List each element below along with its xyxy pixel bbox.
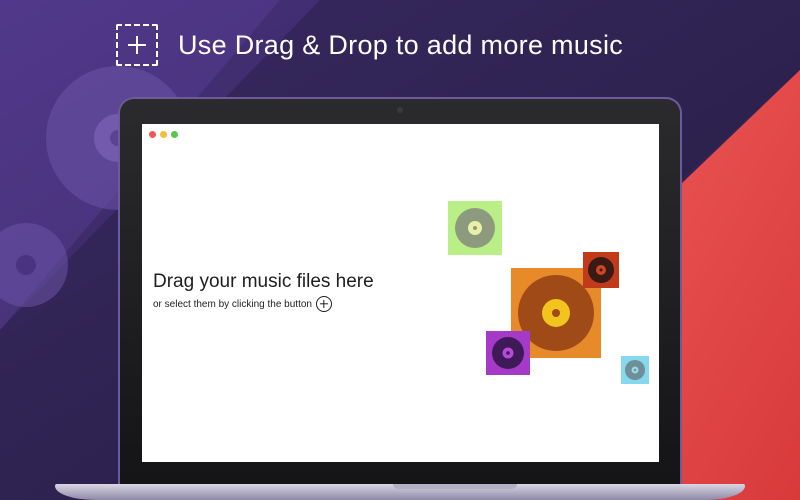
app-window: Drag your music files here or select the… <box>142 124 659 462</box>
camera-dot <box>397 107 403 113</box>
window-controls <box>149 131 178 138</box>
banner-headline: Use Drag & Drop to add more music <box>178 29 624 60</box>
banner: Use Drag & Drop to add more music <box>116 22 623 68</box>
album-record-red <box>583 252 619 288</box>
album-record-cyan <box>621 356 649 384</box>
zoom-window-button[interactable] <box>171 131 178 138</box>
album-record-purple <box>486 331 530 375</box>
add-music-button[interactable] <box>315 296 332 312</box>
drop-zone-subtitle: or select them by clicking the button <box>153 298 312 310</box>
drop-zone-title: Drag your music files here <box>153 271 374 292</box>
drop-zone-subtitle-row: or select them by clicking the button <box>153 296 332 312</box>
minimize-window-button[interactable] <box>160 131 167 138</box>
laptop-base <box>55 484 745 500</box>
dashed-plus-icon <box>116 24 158 66</box>
close-window-button[interactable] <box>149 131 156 138</box>
album-record-green <box>448 201 502 255</box>
laptop-base-notch <box>393 484 517 489</box>
